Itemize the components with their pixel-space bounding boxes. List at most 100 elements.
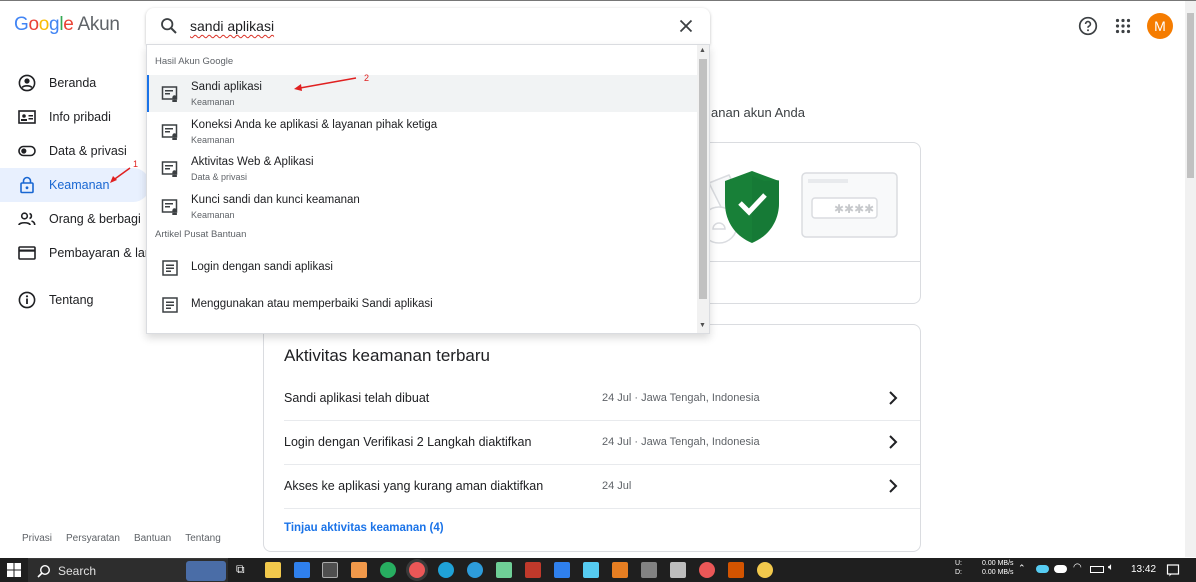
- anydesk-icon[interactable]: [728, 562, 744, 578]
- volume-icon[interactable]: 🔈︎: [1108, 562, 1114, 573]
- activity-row[interactable]: Akses ke aplikasi yang kurang aman diakt…: [264, 465, 920, 509]
- search-suggestions-dropdown: Hasil Akun Google Sandi aplikasi Keamana…: [146, 44, 710, 334]
- search-icon: [37, 564, 51, 578]
- battery-icon[interactable]: [1090, 566, 1104, 573]
- sidebar-item-beranda[interactable]: Beranda: [0, 66, 150, 100]
- activity-row[interactable]: Login dengan Verifikasi 2 Langkah diakti…: [264, 421, 920, 465]
- folder-icon[interactable]: [351, 562, 367, 578]
- sidebar-item-label: Orang & berbagi: [49, 212, 141, 226]
- suggestion-item[interactable]: Aktivitas Web & Aplikasi Data & privasi: [147, 150, 697, 187]
- git-icon[interactable]: [612, 562, 628, 578]
- cloud-icon[interactable]: [1054, 565, 1067, 573]
- credit-card-icon: [18, 244, 36, 262]
- settings-page-icon: [161, 124, 178, 140]
- suggestion-title: Kunci sandi dan kunci keamanan: [191, 194, 360, 206]
- review-activity-link[interactable]: Tinjau aktivitas keamanan (4): [284, 522, 444, 534]
- settings-page-icon: [161, 161, 178, 177]
- footer-link-bantuan[interactable]: Bantuan: [134, 533, 171, 544]
- media-player-icon[interactable]: [699, 562, 715, 578]
- page-scrollbar-thumb[interactable]: [1187, 13, 1194, 178]
- search-input[interactable]: sandi aplikasi: [190, 18, 274, 34]
- activity-title: Aktivitas keamanan terbaru: [284, 346, 490, 365]
- footer-link-persyaratan[interactable]: Persyaratan: [66, 533, 120, 544]
- lock-icon: [18, 176, 36, 194]
- article-title: Login dengan sandi aplikasi: [191, 261, 333, 273]
- window-top-border: [0, 0, 1196, 1]
- task-view-icon[interactable]: ⧉: [236, 562, 245, 577]
- virtualbox-icon[interactable]: [670, 562, 686, 578]
- windows-taskbar: Search ⧉ U: D: 0.00 MB/s 0.00 MB/s ⌃ ◠ 🔈…: [0, 558, 1196, 582]
- article-title: Menggunakan atau memperbaiki Sandi aplik…: [191, 298, 433, 310]
- sidebar-item-label: Pembayaran & langganan: [49, 246, 150, 260]
- search-highlight-image: [186, 561, 226, 581]
- sidebar-item-pembayaran[interactable]: Pembayaran & langganan: [0, 236, 150, 270]
- suggestion-subtitle: Keamanan: [191, 135, 235, 145]
- page-scrollbar[interactable]: [1185, 1, 1196, 557]
- remote-desktop-icon[interactable]: [583, 562, 599, 578]
- close-icon[interactable]: [677, 17, 695, 35]
- suggestion-item[interactable]: Sandi aplikasi Keamanan: [147, 75, 697, 112]
- help-circle-icon[interactable]: [1076, 14, 1100, 38]
- notification-icon[interactable]: [1166, 563, 1180, 577]
- toggle-icon: [18, 142, 36, 160]
- activity-label: Akses ke aplikasi yang kurang aman diakt…: [284, 479, 544, 493]
- vscode-icon[interactable]: [554, 562, 570, 578]
- activity-label: Sandi aplikasi telah dibuat: [284, 391, 430, 405]
- apps-grid-icon[interactable]: [1111, 14, 1135, 38]
- dropdown-scrollbar[interactable]: ▲ ▼: [697, 45, 709, 333]
- info-icon: [18, 291, 36, 309]
- logo-letter: G: [14, 14, 29, 35]
- google-account-page: Google Akun M Beranda Info pribadi Data &…: [0, 0, 1196, 582]
- settings-page-icon: [161, 199, 178, 215]
- browser-icon[interactable]: [757, 562, 773, 578]
- notepad-icon[interactable]: [641, 562, 657, 578]
- logo-letter: e: [63, 14, 74, 35]
- taskbar-search[interactable]: Search: [28, 558, 228, 582]
- suggestion-item[interactable]: Kunci sandi dan kunci keamanan Keamanan: [147, 188, 697, 225]
- wifi-icon[interactable]: ◠: [1073, 562, 1082, 573]
- file-explorer-icon[interactable]: [265, 562, 281, 578]
- sidebar-item-orang-berbagi[interactable]: Orang & berbagi: [0, 202, 150, 236]
- scroll-down-icon[interactable]: ▼: [699, 322, 706, 329]
- filezilla-icon[interactable]: [525, 562, 541, 578]
- suggestion-title: Koneksi Anda ke aplikasi & layanan pihak…: [191, 119, 438, 131]
- logo-letter: g: [49, 14, 60, 35]
- windows-start-icon[interactable]: [7, 563, 21, 577]
- search-bar: sandi aplikasi: [146, 8, 710, 44]
- footer-link-privasi[interactable]: Privasi: [22, 533, 52, 544]
- chevron-right-icon: [889, 391, 898, 405]
- telegram-icon[interactable]: [467, 562, 483, 578]
- footer-link-tentang[interactable]: Tentang: [185, 533, 221, 544]
- people-icon: [18, 210, 36, 228]
- calculator-icon[interactable]: [322, 562, 338, 578]
- settings-page-icon: [161, 86, 178, 102]
- calendar-app-icon[interactable]: [294, 562, 310, 578]
- google-account-logo[interactable]: Google Akun: [14, 14, 120, 36]
- logo-letter: o: [28, 14, 39, 35]
- sidebar-item-tentang[interactable]: Tentang: [0, 283, 150, 317]
- chrome-icon[interactable]: [409, 562, 425, 578]
- avatar[interactable]: M: [1147, 13, 1173, 39]
- footer-links: Privasi Persyaratan Bantuan Tentang: [22, 533, 235, 544]
- sidebar-item-label: Info pribadi: [49, 110, 111, 124]
- suggestion-subtitle: Data & privasi: [191, 172, 248, 182]
- activity-row[interactable]: Sandi aplikasi telah dibuat 24 Jul · Jaw…: [264, 377, 920, 421]
- tray-chevron-icon[interactable]: ⌃: [1018, 563, 1026, 574]
- edge-icon[interactable]: [438, 562, 454, 578]
- screenshot-tool-icon[interactable]: [496, 562, 512, 578]
- intro-text: anan akun Anda: [711, 105, 805, 120]
- suggestion-item[interactable]: Koneksi Anda ke aplikasi & layanan pihak…: [147, 113, 697, 150]
- help-article-item[interactable]: Login dengan sandi aplikasi: [147, 249, 697, 286]
- whatsapp-icon[interactable]: [380, 562, 396, 578]
- clock-time[interactable]: 13:42: [1131, 564, 1156, 575]
- search-icon[interactable]: [160, 17, 178, 35]
- onedrive-icon[interactable]: [1036, 565, 1049, 573]
- suggestion-subtitle: Keamanan: [191, 97, 235, 107]
- scrollbar-thumb[interactable]: [699, 59, 707, 299]
- scroll-up-icon[interactable]: ▲: [699, 47, 706, 54]
- sidebar-item-info-pribadi[interactable]: Info pribadi: [0, 100, 150, 134]
- account-circle-icon: [18, 74, 36, 92]
- help-article-item[interactable]: Menggunakan atau memperbaiki Sandi aplik…: [147, 286, 697, 323]
- annotation-label-1: 1: [133, 159, 139, 169]
